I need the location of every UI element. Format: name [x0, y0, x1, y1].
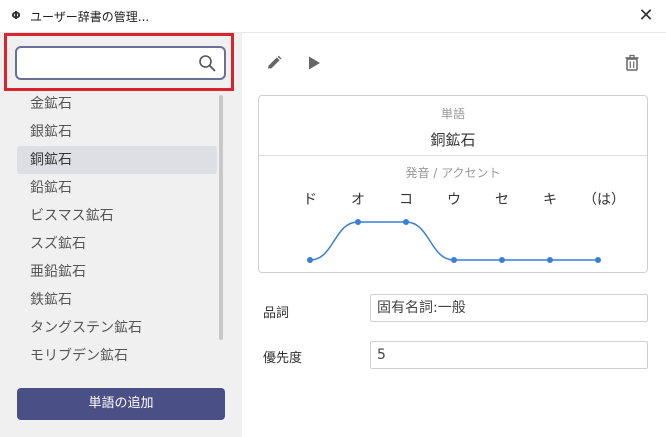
- app-icon: Φ: [11, 9, 21, 22]
- list-item[interactable]: ビスマス鉱石: [17, 202, 217, 230]
- pitch-point[interactable]: [355, 219, 361, 225]
- pitch-line: [309, 221, 598, 261]
- trash-icon[interactable]: [622, 53, 642, 73]
- list-item[interactable]: 鉛鉱石: [17, 174, 217, 202]
- pencil-icon[interactable]: [264, 53, 284, 73]
- accent-pitch-graph[interactable]: [259, 96, 649, 274]
- list-item[interactable]: スズ鉱石: [17, 230, 217, 258]
- word-card: 単語 銅鉱石 発音 / アクセント ドオコウセキ（は）: [258, 95, 648, 273]
- list-item[interactable]: モリブデン鉱石: [17, 342, 217, 370]
- pitch-point[interactable]: [595, 257, 601, 263]
- pos-label: 品詞: [263, 306, 290, 321]
- list-item[interactable]: 金鉱石: [17, 90, 217, 118]
- word-list-panel: 金鉱石 銀鉱石 銅鉱石 鉛鉱石 ビスマス鉱石 スズ鉱石 亜鉛鉱石 鉄鉱石 タングステン鉱石 モリブ…: [0, 33, 242, 437]
- title-bar: Φ ユーザー辞書の管理... ✕: [0, 0, 666, 33]
- pitch-point[interactable]: [403, 219, 409, 225]
- list-item[interactable]: 銅鉱石: [17, 146, 217, 174]
- word-list: 金鉱石 銀鉱石 銅鉱石 鉛鉱石 ビスマス鉱石 スズ鉱石 亜鉛鉱石 鉄鉱石 タングステン鉱石 モリブ…: [17, 90, 217, 370]
- word-list-scrollbar[interactable]: [219, 95, 223, 340]
- pos-field[interactable]: 固有名詞:一般: [370, 294, 648, 322]
- list-item[interactable]: タングステン鉱石: [17, 314, 217, 342]
- pitch-point[interactable]: [547, 257, 553, 263]
- priority-label: 優先度: [263, 351, 303, 366]
- add-word-button[interactable]: 単語の追加: [17, 388, 225, 420]
- window-title: ユーザー辞書の管理...: [30, 10, 150, 24]
- list-item[interactable]: 亜鉛鉱石: [17, 258, 217, 286]
- priority-field[interactable]: 5: [370, 341, 648, 369]
- search-box[interactable]: [15, 46, 226, 80]
- search-icon[interactable]: [198, 54, 216, 72]
- list-item[interactable]: 鉄鉱石: [17, 286, 217, 314]
- list-item[interactable]: 銀鉱石: [17, 118, 217, 146]
- play-icon[interactable]: [304, 53, 324, 73]
- pitch-point[interactable]: [451, 257, 457, 263]
- search-input[interactable]: [23, 51, 197, 77]
- pitch-point[interactable]: [307, 257, 313, 263]
- pitch-point[interactable]: [499, 257, 505, 263]
- close-icon[interactable]: ✕: [634, 4, 658, 28]
